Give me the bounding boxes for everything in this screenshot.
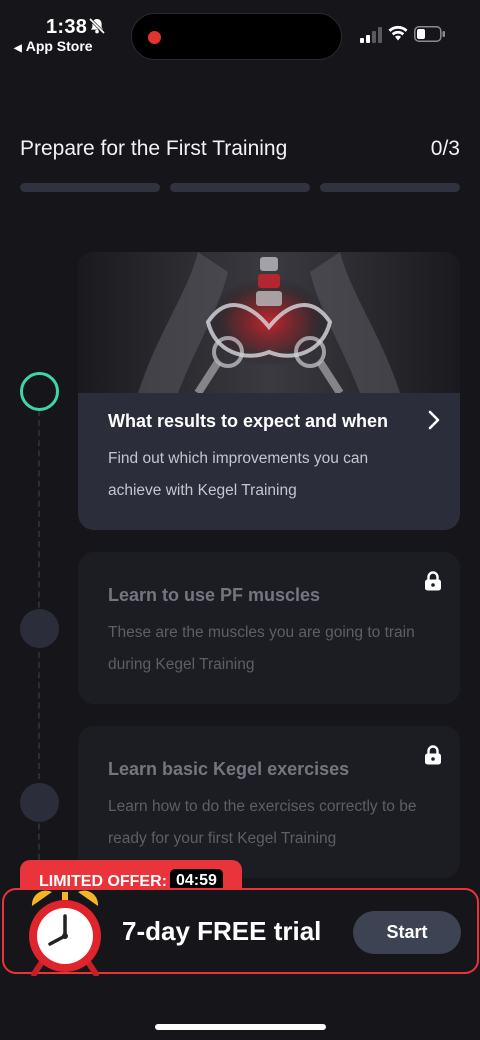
step-indicator-locked (20, 609, 59, 648)
status-bar: 1:38 ◀ App Store (0, 0, 480, 64)
lock-icon (425, 571, 441, 591)
status-time: 1:38 (46, 16, 88, 38)
alarm-clock-icon (29, 890, 101, 976)
chevron-right-icon (428, 410, 440, 430)
signal-icon (360, 27, 382, 43)
dynamic-island (131, 13, 342, 60)
progress-bar (20, 183, 460, 192)
progress-segment (20, 183, 160, 192)
back-triangle-icon: ◀ (14, 43, 22, 54)
lock-icon (425, 745, 441, 765)
page-title: Prepare for the First Training (20, 137, 288, 160)
step-card-pf-muscles[interactable]: Learn to use PF muscles These are the mu… (78, 552, 460, 704)
home-indicator[interactable] (155, 1024, 326, 1030)
bell-slash-icon (88, 17, 106, 35)
trial-text: 7-day FREE trial (122, 916, 322, 946)
step-title: Learn basic Kegel exercises (108, 759, 350, 779)
step-description: Find out which improvements you can achi… (108, 450, 369, 499)
step-card-results[interactable]: What results to expect and when Find out… (78, 252, 460, 530)
step-title: Learn to use PF muscles (108, 585, 321, 605)
wifi-icon (388, 25, 408, 41)
step-indicator-locked (20, 783, 59, 822)
step-card-basic-exercises[interactable]: Learn basic Kegel exercises Learn how to… (78, 726, 460, 878)
step-title: What results to expect and when (108, 411, 389, 431)
step-indicator-active (20, 372, 59, 411)
recording-indicator-icon (148, 31, 161, 44)
step-description: These are the muscles you are going to t… (108, 624, 415, 673)
back-to-app-store[interactable]: ◀ App Store (14, 38, 93, 54)
progress-segment (170, 183, 310, 192)
back-app-label: App Store (25, 38, 93, 54)
step-description: Learn how to do the exercises correctly … (108, 798, 417, 847)
pelvis-xray-image (78, 252, 460, 393)
progress-segment (320, 183, 460, 192)
battery-icon (414, 26, 445, 42)
start-button[interactable]: Start (353, 911, 461, 954)
progress-counter: 0/3 (430, 137, 460, 160)
